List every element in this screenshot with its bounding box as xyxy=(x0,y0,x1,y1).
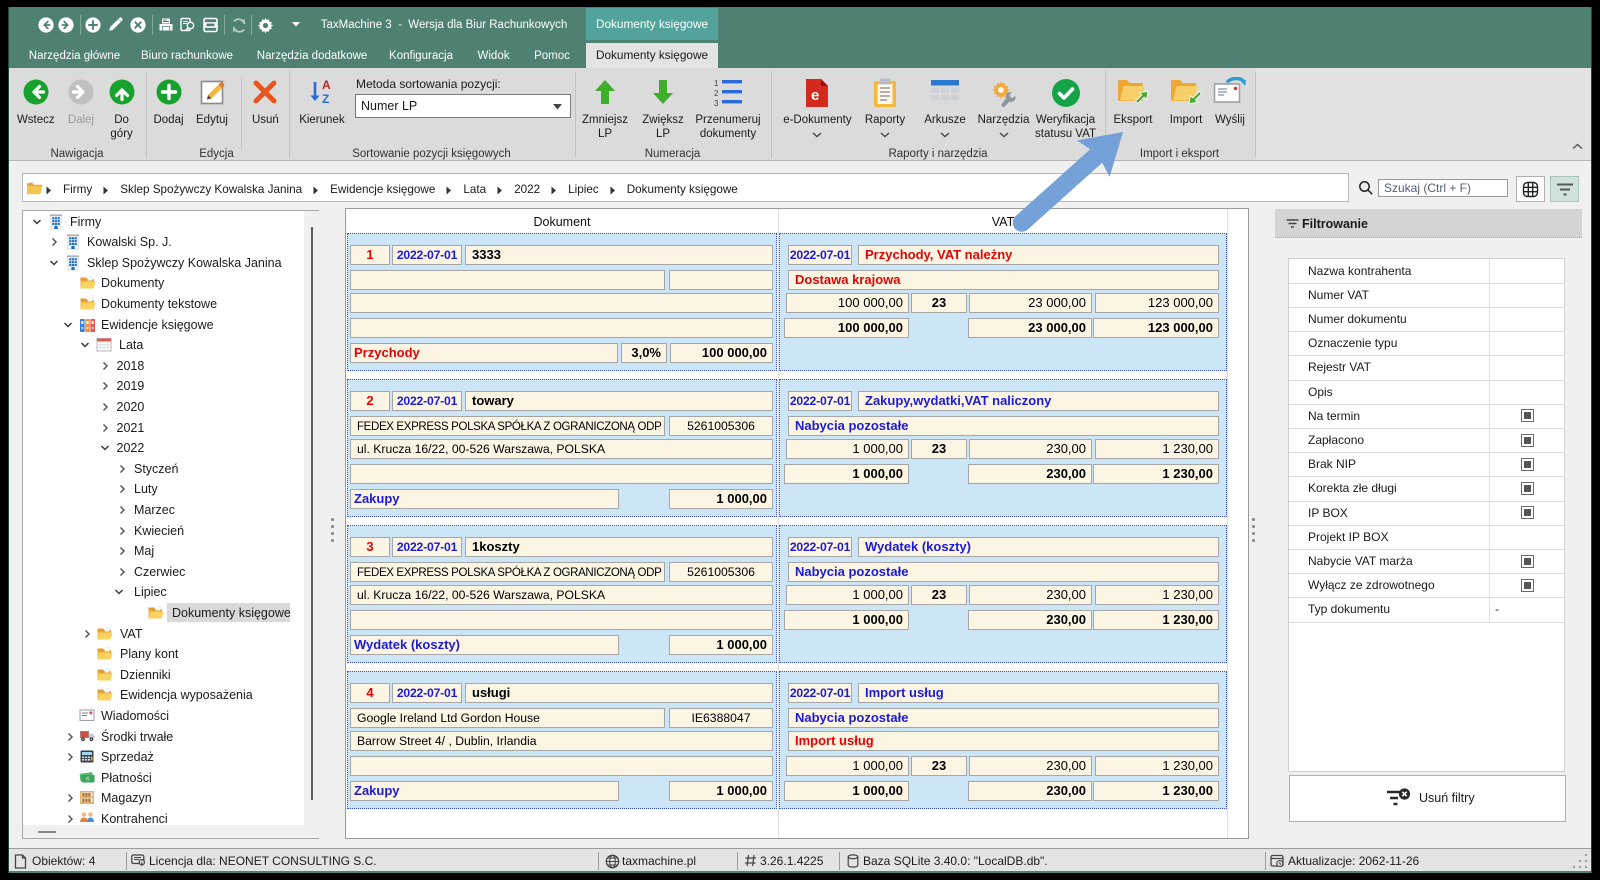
svg-text:zł: zł xyxy=(87,776,90,781)
svg-text:e: e xyxy=(811,87,819,104)
svg-text:2: 2 xyxy=(714,89,719,98)
svg-text:Z: Z xyxy=(322,92,329,106)
svg-text:3: 3 xyxy=(714,99,719,107)
svg-text:A: A xyxy=(322,78,331,92)
svg-text:1: 1 xyxy=(714,79,719,88)
